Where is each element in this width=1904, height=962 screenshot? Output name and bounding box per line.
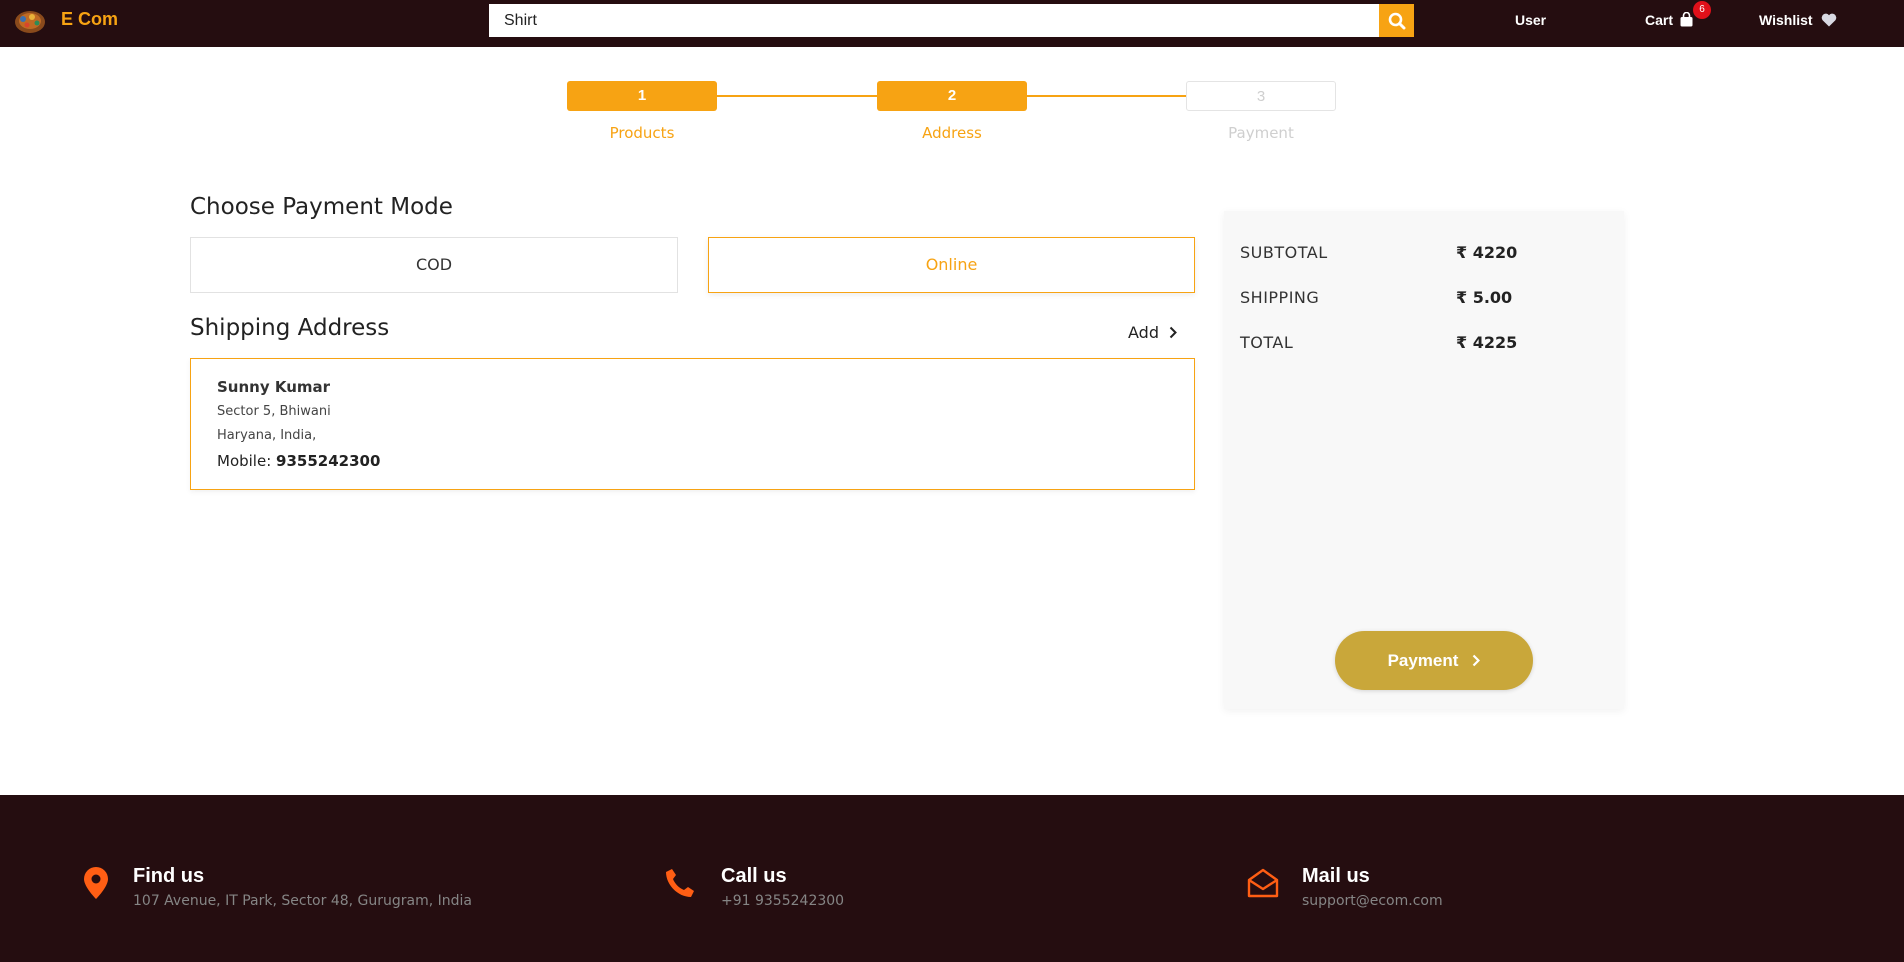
step-payment-label: Payment (1228, 124, 1294, 142)
stepper-connector (1027, 95, 1186, 97)
find-us-address: 107 Avenue, IT Park, Sector 48, Gurugram… (133, 893, 473, 909)
envelope-open-icon (1247, 868, 1279, 898)
search-input[interactable] (489, 4, 1379, 37)
shipping-value: ₹ 5.00 (1456, 288, 1513, 307)
shipping-label: SHIPPING (1240, 288, 1320, 307)
call-us-phone: +91 9355242300 (721, 893, 845, 909)
step-address-label: Address (922, 124, 982, 142)
payment-button-label: Payment (1387, 650, 1459, 670)
find-us-title: Find us (133, 865, 205, 887)
search-button[interactable] (1379, 4, 1414, 37)
mobile-label: Mobile: (217, 452, 272, 470)
footer: Find us 107 Avenue, IT Park, Sector 48, … (0, 795, 1904, 962)
nav-wishlist-link[interactable]: Wishlist (1759, 12, 1813, 28)
stepper-connector (717, 95, 877, 97)
map-marker-icon (84, 867, 108, 899)
call-us-title: Call us (721, 865, 787, 887)
add-address-label: Add (1128, 323, 1159, 342)
mobile-number: 9355242300 (276, 452, 381, 470)
nav-user-link[interactable]: User (1515, 12, 1546, 28)
cod-option-button[interactable]: COD (190, 237, 678, 293)
address-mobile: Mobile: 9355242300 (217, 452, 380, 470)
nav-cart-link[interactable]: Cart (1645, 12, 1673, 28)
total-label: TOTAL (1240, 333, 1294, 352)
add-address-button[interactable]: Add (1128, 323, 1177, 342)
step-products-label: Products (609, 124, 675, 142)
top-navbar: E Com User Cart 6 Wishlist (0, 0, 1904, 47)
total-value: ₹ 4225 (1456, 333, 1518, 352)
chevron-right-icon (1169, 326, 1177, 339)
address-name: Sunny Kumar (217, 378, 331, 396)
subtotal-value: ₹ 4220 (1456, 243, 1518, 262)
payment-button[interactable]: Payment (1335, 631, 1533, 690)
phone-icon (666, 869, 694, 897)
online-option-button[interactable]: Online (708, 237, 1195, 293)
mail-us-email: support@ecom.com (1302, 893, 1443, 909)
shopping-bag-icon[interactable] (1680, 12, 1693, 27)
payment-mode-title: Choose Payment Mode (190, 194, 453, 220)
chevron-right-icon (1473, 654, 1481, 667)
search-icon (1388, 12, 1405, 29)
step-products-number[interactable]: 1 (567, 81, 717, 111)
address-line-1: Sector 5, Bhiwani (217, 404, 331, 419)
step-payment-number: 3 (1186, 81, 1336, 111)
step-address-number[interactable]: 2 (877, 81, 1027, 111)
subtotal-label: SUBTOTAL (1240, 243, 1328, 262)
address-line-2: Haryana, India, (217, 428, 317, 443)
cart-count-badge: 6 (1693, 1, 1711, 19)
address-card[interactable]: Sunny Kumar Sector 5, Bhiwani Haryana, I… (190, 358, 1195, 490)
shipping-address-title: Shipping Address (190, 315, 390, 341)
brand-name[interactable]: E Com (61, 9, 118, 30)
order-summary-panel: SUBTOTAL ₹ 4220 SHIPPING ₹ 5.00 TOTAL ₹ … (1224, 211, 1624, 709)
mail-us-title: Mail us (1302, 865, 1370, 887)
search-bar (489, 4, 1414, 37)
heart-icon[interactable] (1821, 13, 1837, 27)
logo-icon[interactable] (12, 6, 48, 36)
